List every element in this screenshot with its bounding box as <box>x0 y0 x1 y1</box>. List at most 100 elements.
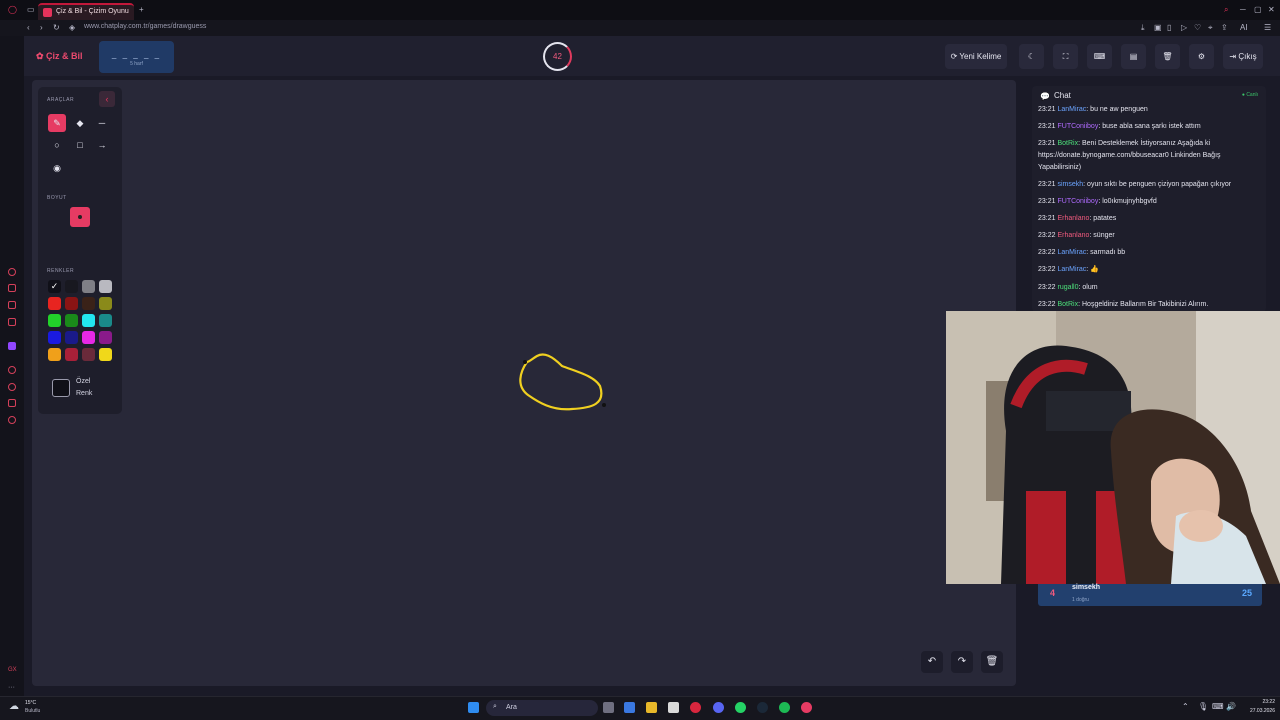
minimize-window-button[interactable]: ─ <box>1240 5 1246 15</box>
color-swatch[interactable] <box>65 331 78 344</box>
sidebar-more-icon[interactable]: ··· <box>8 684 16 692</box>
url-field[interactable]: www.chatplay.com.tr/games/drawguess <box>84 23 206 30</box>
message-user[interactable]: LanMirac <box>1057 249 1086 256</box>
sidebar-history-icon[interactable] <box>8 383 16 391</box>
tabs-icon[interactable]: ▭ <box>27 5 35 15</box>
message-user[interactable]: LanMirac <box>1057 106 1086 113</box>
weather-icon[interactable]: ☁ <box>9 701 19 712</box>
pencil-tool-button[interactable]: ✎ <box>48 114 66 132</box>
vpn-icon[interactable]: ⌖ <box>1208 23 1213 33</box>
color-swatch[interactable] <box>82 297 95 310</box>
color-swatch[interactable] <box>82 280 95 293</box>
color-swatch[interactable] <box>48 314 61 327</box>
sidebar-gx-icon[interactable]: GX <box>8 667 17 675</box>
back-icon[interactable]: ‹ <box>27 23 30 33</box>
sidebar-pinboard-icon[interactable] <box>8 399 16 407</box>
sidebar-messenger-icon[interactable] <box>8 301 16 309</box>
message-user[interactable]: FUTConiiboy <box>1057 123 1098 130</box>
message-user[interactable]: BotRix <box>1057 301 1078 308</box>
color-swatch[interactable]: ✓ <box>48 280 61 293</box>
color-swatch[interactable] <box>48 348 61 361</box>
collapse-tools-button[interactable]: ‹ <box>99 91 115 107</box>
message-user[interactable]: FUTConiiboy <box>1057 198 1098 205</box>
download-icon[interactable]: ⤓ <box>1141 23 1145 33</box>
fill-tool-button[interactable]: ◉ <box>48 159 66 177</box>
settings-button[interactable]: ⚙ <box>1189 44 1214 69</box>
redo-button[interactable]: ↷ <box>951 651 973 673</box>
message-user[interactable]: simsekh <box>1057 181 1083 188</box>
line-tool-button[interactable]: ─ <box>93 114 111 132</box>
archive-button[interactable]: ▤ <box>1121 44 1146 69</box>
taskbar-search[interactable]: ⌕ Ara <box>486 700 598 716</box>
message-user[interactable]: Erhanlano <box>1057 215 1089 222</box>
new-word-button[interactable]: ⟳ Yeni Kelime <box>945 44 1007 69</box>
maximize-window-button[interactable]: ▢ <box>1254 5 1262 15</box>
close-window-button[interactable]: ✕ <box>1268 5 1275 15</box>
steam-icon[interactable] <box>757 702 768 713</box>
clock-time[interactable]: 23:22 <box>1247 699 1275 705</box>
message-user[interactable]: Erhanlano <box>1057 232 1089 239</box>
reload-icon[interactable]: ↻ <box>53 23 60 33</box>
file-explorer-icon[interactable] <box>646 702 657 713</box>
share-icon[interactable]: ⇪ <box>1221 23 1228 33</box>
message-user[interactable]: rugall0 <box>1057 284 1078 291</box>
copilot-icon[interactable] <box>624 702 635 713</box>
color-swatch[interactable] <box>99 348 112 361</box>
windows-start-icon[interactable] <box>468 702 479 713</box>
arrow-tool-button[interactable]: → <box>93 136 111 154</box>
sidebar-settings-icon[interactable] <box>8 416 16 424</box>
color-swatch[interactable] <box>99 280 112 293</box>
custom-color-swatch[interactable] <box>52 379 70 397</box>
dark-mode-button[interactable]: ☾ <box>1019 44 1044 69</box>
sidebar-bag-icon[interactable] <box>8 284 16 292</box>
volume-icon[interactable]: 🔊 <box>1226 702 1236 711</box>
whatsapp-icon[interactable] <box>735 702 746 713</box>
fullscreen-button[interactable]: ⛶ <box>1053 44 1078 69</box>
color-swatch[interactable] <box>65 348 78 361</box>
undo-button[interactable]: ↶ <box>921 651 943 673</box>
sidebar-instagram-icon[interactable] <box>8 318 16 326</box>
color-swatch[interactable] <box>99 314 112 327</box>
color-swatch[interactable] <box>65 280 78 293</box>
search-tabs-icon[interactable]: ⌕ <box>1224 5 1228 15</box>
language-icon[interactable]: ⌨ <box>1212 702 1224 711</box>
app-logo[interactable]: ✿ Çiz & Bil <box>36 51 83 62</box>
browser-tab-active[interactable]: Çiz & Bil - Çizim Oyunu <box>38 3 134 20</box>
color-swatch[interactable] <box>65 314 78 327</box>
rectangle-tool-button[interactable]: □ <box>71 136 89 154</box>
player-icon[interactable]: ▷ <box>1181 23 1187 33</box>
discord-icon[interactable] <box>713 702 724 713</box>
color-swatch[interactable] <box>82 331 95 344</box>
keyboard-button[interactable]: ⌨ <box>1087 44 1112 69</box>
sidebar-aria-icon[interactable] <box>8 268 16 276</box>
delete-button[interactable]: 🗑 <box>1155 44 1180 69</box>
task-view-icon[interactable] <box>603 702 614 713</box>
color-swatch[interactable] <box>48 331 61 344</box>
message-user[interactable]: LanMirac <box>1057 266 1086 273</box>
color-swatch[interactable] <box>82 348 95 361</box>
weather-temp[interactable]: 15°C <box>25 700 36 706</box>
heart-icon[interactable]: ♡ <box>1194 23 1201 33</box>
clear-canvas-button[interactable]: 🗑 <box>981 651 1003 673</box>
color-swatch[interactable] <box>99 297 112 310</box>
color-swatch[interactable] <box>82 314 95 327</box>
sidebar-twitch-icon[interactable] <box>8 342 16 350</box>
store-icon[interactable] <box>668 702 679 713</box>
message-user[interactable]: BotRix <box>1057 140 1078 147</box>
microphone-icon[interactable]: 🎙 <box>1198 702 1208 711</box>
color-swatch[interactable] <box>99 331 112 344</box>
opera-logo-icon[interactable]: ◯ <box>8 5 17 15</box>
tray-chevron-icon[interactable]: ⌃ <box>1182 702 1189 711</box>
color-swatch[interactable] <box>48 297 61 310</box>
circle-tool-button[interactable]: ○ <box>48 136 66 154</box>
logout-button[interactable]: ⇥ Çıkış <box>1223 44 1263 69</box>
app-taskbar-icon[interactable] <box>801 702 812 713</box>
sidebar-player-icon[interactable] <box>8 366 16 374</box>
browser-menu-icon[interactable]: ☰ <box>1264 23 1271 33</box>
bookmark-icon[interactable]: ▯ <box>1167 23 1171 33</box>
spotify-icon[interactable] <box>779 702 790 713</box>
brush-size-button[interactable] <box>70 207 90 227</box>
eraser-tool-button[interactable]: ◆ <box>71 114 89 132</box>
new-tab-button[interactable]: + <box>139 5 144 15</box>
opera-gx-taskbar-icon[interactable] <box>690 702 701 713</box>
